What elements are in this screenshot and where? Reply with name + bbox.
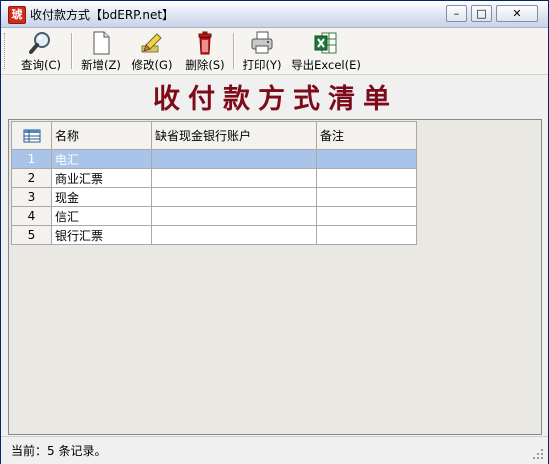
cell-note[interactable] bbox=[316, 149, 417, 169]
cell-note[interactable] bbox=[316, 225, 417, 245]
data-grid: 名称 缺省现金银行账户 备注 1 电汇 2 商业汇票 3 现金 4 信汇 5 银… bbox=[8, 119, 542, 435]
window-title: 收付款方式【bdERP.net】 bbox=[30, 8, 175, 22]
new-document-icon bbox=[93, 31, 110, 55]
cell-default-account[interactable] bbox=[151, 206, 317, 226]
column-header-note[interactable]: 备注 bbox=[316, 121, 417, 150]
cell-default-account[interactable] bbox=[151, 225, 317, 245]
column-header-default-account[interactable]: 缺省现金银行账户 bbox=[151, 121, 317, 150]
grid-settings-icon bbox=[23, 129, 40, 143]
payment-methods-table: 名称 缺省现金银行账户 备注 1 电汇 2 商业汇票 3 现金 4 信汇 5 银… bbox=[11, 121, 417, 245]
printer-icon bbox=[251, 31, 273, 54]
maximize-button[interactable]: □ bbox=[471, 5, 492, 22]
main-window: 琥 收付款方式【bdERP.net】 – □ ✕ 查询(C) 新增(Z) 修改(… bbox=[0, 0, 549, 464]
cell-default-account[interactable] bbox=[151, 187, 317, 207]
row-number[interactable]: 1 bbox=[11, 149, 52, 169]
cell-name[interactable]: 银行汇票 bbox=[51, 225, 152, 245]
title-bar[interactable]: 琥 收付款方式【bdERP.net】 – □ ✕ bbox=[1, 1, 548, 28]
column-header-name[interactable]: 名称 bbox=[51, 121, 152, 150]
table-row[interactable]: 4 信汇 bbox=[11, 206, 417, 226]
table-row[interactable]: 3 现金 bbox=[11, 187, 417, 207]
status-bar: 当前：5 条记录。 bbox=[1, 436, 548, 464]
cell-name[interactable]: 电汇 bbox=[51, 149, 152, 169]
edit-button[interactable]: 修改(G) bbox=[128, 31, 176, 73]
toolbar-grip[interactable] bbox=[4, 33, 8, 69]
toolbar-separator bbox=[233, 33, 235, 69]
column-chooser-cell[interactable] bbox=[11, 121, 52, 150]
new-button[interactable]: 新增(Z) bbox=[77, 31, 125, 73]
excel-icon bbox=[314, 32, 337, 54]
header-row: 名称 缺省现金银行账户 备注 bbox=[11, 121, 417, 150]
trash-icon bbox=[198, 31, 212, 55]
export-excel-button-label: 导出Excel(E) bbox=[291, 58, 361, 72]
query-button-label: 查询(C) bbox=[20, 58, 61, 72]
record-count-text: 当前：5 条记录。 bbox=[11, 444, 107, 458]
report-title: 收付款方式清单 bbox=[153, 84, 398, 115]
minimize-button[interactable]: – bbox=[446, 5, 467, 22]
edit-pencil-icon bbox=[141, 33, 162, 53]
print-button[interactable]: 打印(Y) bbox=[239, 31, 285, 73]
row-number[interactable]: 5 bbox=[11, 225, 52, 245]
app-icon: 琥 bbox=[8, 6, 26, 24]
cell-name[interactable]: 现金 bbox=[51, 187, 152, 207]
new-button-label: 新增(Z) bbox=[81, 58, 121, 72]
resize-grip-icon[interactable] bbox=[533, 449, 544, 460]
row-number[interactable]: 4 bbox=[11, 206, 52, 226]
cell-note[interactable] bbox=[316, 206, 417, 226]
cell-name[interactable]: 信汇 bbox=[51, 206, 152, 226]
cell-default-account[interactable] bbox=[151, 168, 317, 188]
edit-button-label: 修改(G) bbox=[131, 58, 173, 72]
magnifier-icon bbox=[29, 32, 50, 54]
cell-default-account[interactable] bbox=[151, 149, 317, 169]
export-excel-button[interactable]: 导出Excel(E) bbox=[291, 31, 361, 73]
table-row[interactable]: 5 银行汇票 bbox=[11, 225, 417, 245]
cell-note[interactable] bbox=[316, 187, 417, 207]
row-number[interactable]: 2 bbox=[11, 168, 52, 188]
cell-note[interactable] bbox=[316, 168, 417, 188]
cell-name[interactable]: 商业汇票 bbox=[51, 168, 152, 188]
query-button[interactable]: 查询(C) bbox=[15, 31, 67, 73]
row-number[interactable]: 3 bbox=[11, 187, 52, 207]
table-row[interactable]: 1 电汇 bbox=[11, 149, 417, 169]
delete-button-label: 删除(S) bbox=[185, 58, 225, 72]
delete-button[interactable]: 删除(S) bbox=[181, 31, 229, 73]
print-button-label: 打印(Y) bbox=[242, 58, 282, 72]
toolbar: 查询(C) 新增(Z) 修改(G) 删除(S) 打印(Y) 导出Excel(E) bbox=[1, 28, 548, 75]
close-button[interactable]: ✕ bbox=[496, 5, 538, 22]
table-row[interactable]: 2 商业汇票 bbox=[11, 168, 417, 188]
toolbar-separator bbox=[71, 33, 73, 69]
